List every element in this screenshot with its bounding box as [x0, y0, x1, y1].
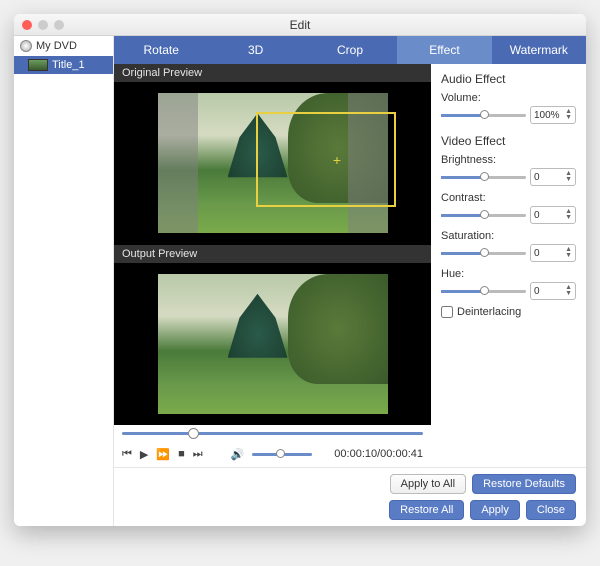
titlebar: Edit [14, 14, 586, 36]
tab-crop[interactable]: Crop [303, 36, 397, 64]
deinterlacing-label: Deinterlacing [457, 306, 521, 318]
title-thumbnail [28, 59, 48, 71]
brightness-slider[interactable] [441, 176, 526, 179]
volume-effect-slider[interactable] [441, 114, 526, 117]
contrast-spinner[interactable]: 0▲▼ [530, 206, 576, 224]
brightness-spinner[interactable]: 0▲▼ [530, 168, 576, 186]
tab-effect[interactable]: Effect [397, 36, 491, 64]
play-button[interactable]: ▶ [140, 448, 148, 461]
apply-button[interactable]: Apply [470, 500, 520, 520]
time-display: 00:00:10/00:00:41 [334, 448, 423, 460]
audio-effect-header: Audio Effect [441, 72, 576, 86]
volume-spinner[interactable]: 100%▲▼ [530, 106, 576, 124]
volume-icon[interactable]: 🔊 [231, 448, 245, 461]
tab-watermark[interactable]: Watermark [492, 36, 586, 64]
restore-defaults-button[interactable]: Restore Defaults [472, 474, 576, 494]
fast-forward-button[interactable]: ⏩ [156, 448, 170, 461]
hue-label: Hue: [441, 268, 576, 280]
brightness-label: Brightness: [441, 154, 576, 166]
stop-button[interactable]: ■ [178, 448, 185, 460]
original-preview-label: Original Preview [114, 64, 431, 82]
hue-spinner[interactable]: 0▲▼ [530, 282, 576, 300]
seek-knob[interactable] [188, 428, 199, 439]
disc-item[interactable]: My DVD [14, 36, 113, 56]
prev-frame-button[interactable]: ⏮ [122, 448, 132, 461]
disc-icon [20, 40, 32, 52]
title-label: Title_1 [52, 59, 85, 71]
hue-slider[interactable] [441, 290, 526, 293]
disc-label: My DVD [36, 40, 77, 52]
video-effect-header: Video Effect [441, 134, 576, 148]
apply-to-all-button[interactable]: Apply to All [390, 474, 466, 494]
footer: Apply to All Restore Defaults Restore Al… [114, 467, 586, 526]
volume-label: Volume: [441, 92, 576, 104]
next-frame-button[interactable]: ⏭ [193, 448, 203, 461]
effects-panel: Audio Effect Volume: 100%▲▼ Video Effect… [431, 64, 586, 467]
original-preview: + [114, 82, 431, 245]
crosshair-icon: + [333, 152, 341, 168]
saturation-label: Saturation: [441, 230, 576, 242]
tab-rotate[interactable]: Rotate [114, 36, 208, 64]
tab-bar: Rotate 3D Crop Effect Watermark [114, 36, 586, 64]
sidebar-item-title[interactable]: Title_1 [14, 56, 113, 74]
close-button[interactable]: Close [526, 500, 576, 520]
contrast-label: Contrast: [441, 192, 576, 204]
edit-window: Edit My DVD Title_1 Rotate 3D Crop Effec… [14, 14, 586, 526]
saturation-spinner[interactable]: 0▲▼ [530, 244, 576, 262]
output-preview [114, 263, 431, 426]
output-preview-label: Output Preview [114, 245, 431, 263]
contrast-slider[interactable] [441, 214, 526, 217]
restore-all-button[interactable]: Restore All [389, 500, 464, 520]
seek-bar[interactable] [114, 425, 431, 441]
deinterlacing-checkbox[interactable] [441, 306, 453, 318]
saturation-slider[interactable] [441, 252, 526, 255]
sidebar: My DVD Title_1 [14, 36, 114, 526]
window-title: Edit [14, 18, 586, 32]
volume-slider[interactable] [252, 453, 312, 456]
tab-3d[interactable]: 3D [208, 36, 302, 64]
